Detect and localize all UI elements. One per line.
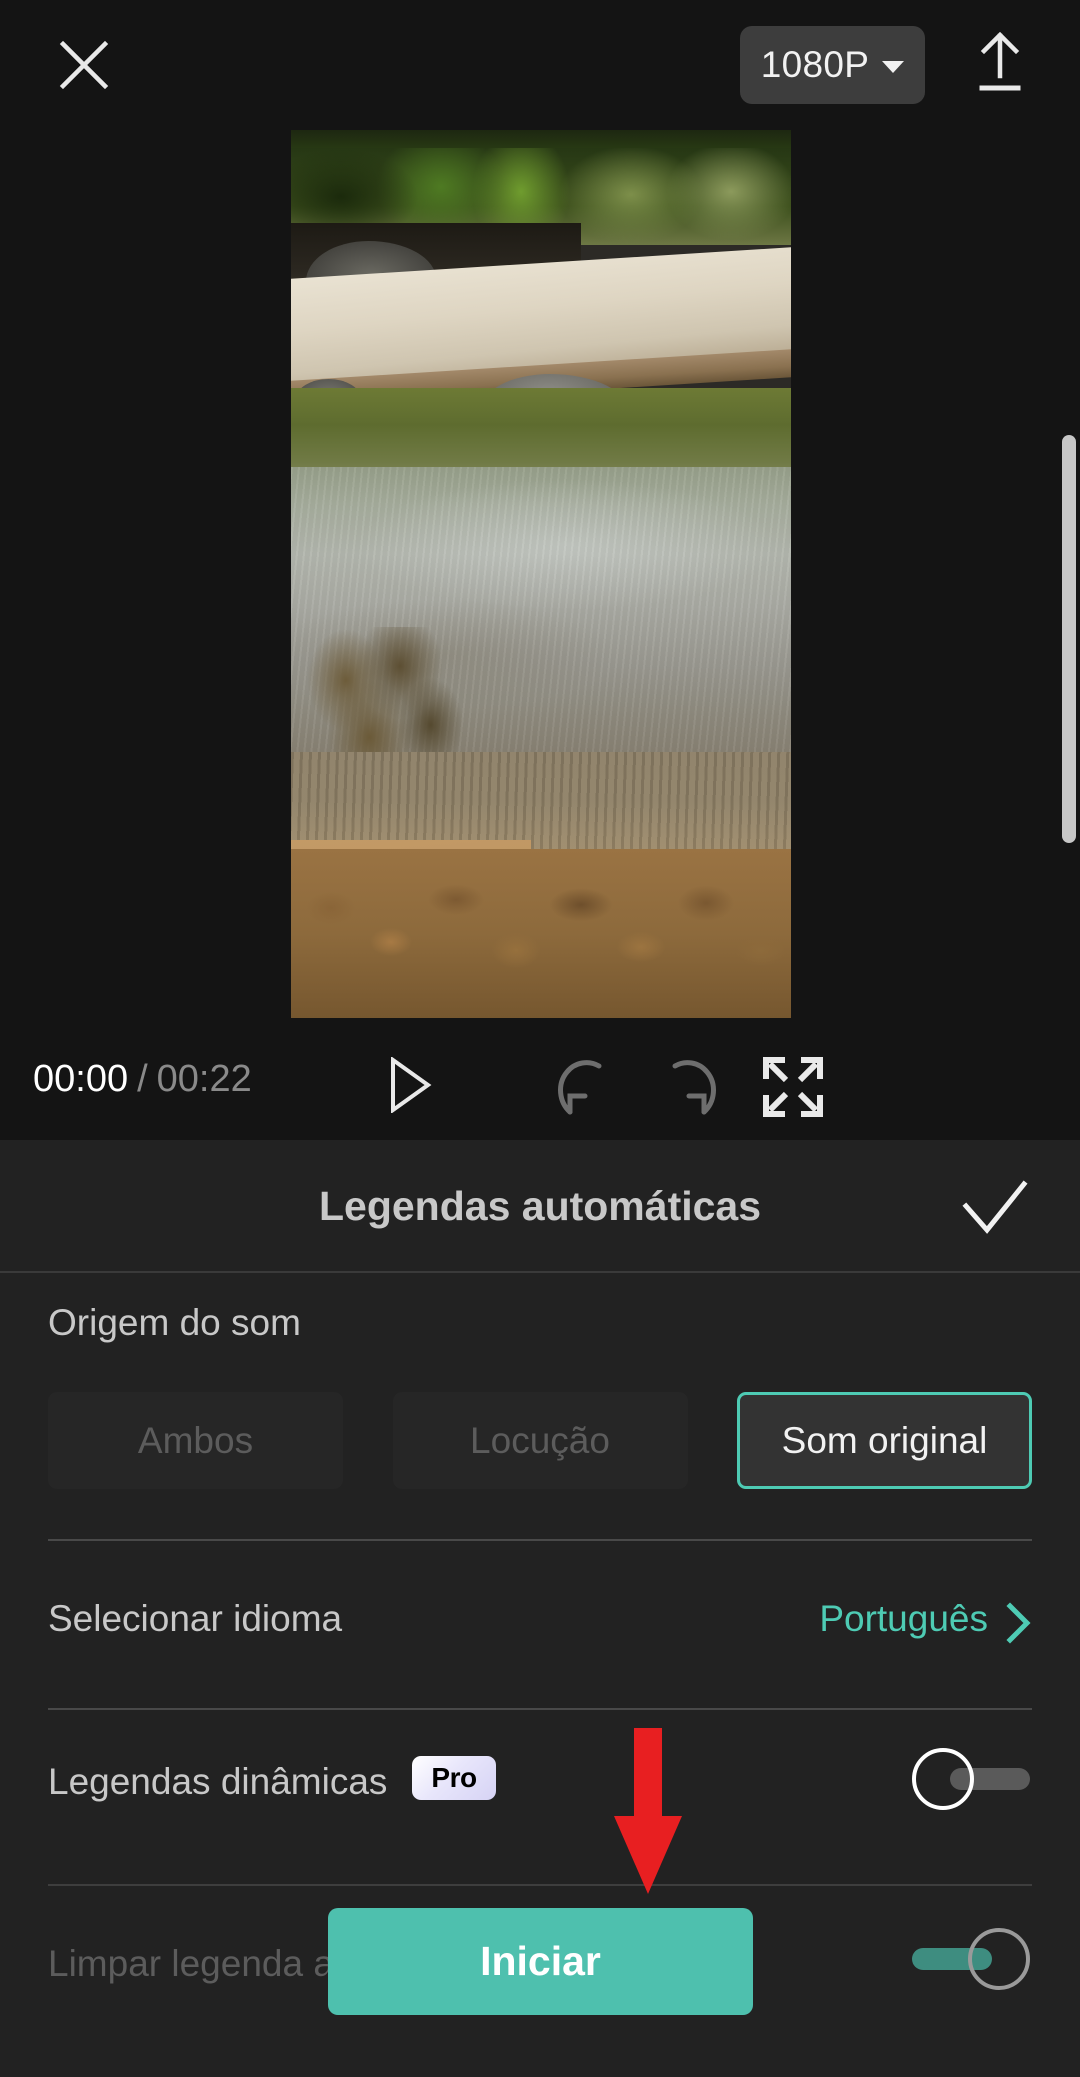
sound-source-option-ambos[interactable]: Ambos: [48, 1392, 343, 1489]
time-display: 00:00 / 00:22: [33, 1058, 252, 1101]
chip-label: Som original: [781, 1419, 988, 1461]
chip-label: Locução: [470, 1419, 610, 1461]
toggle-knob: [968, 1928, 1030, 1990]
close-icon: [58, 39, 110, 96]
total-time: 00:22: [156, 1058, 252, 1100]
undo-button[interactable]: [551, 1054, 619, 1120]
video-preview-area: [0, 130, 1080, 1030]
fullscreen-button[interactable]: [760, 1054, 826, 1120]
pro-badge: Pro: [412, 1756, 496, 1800]
confirm-button[interactable]: [962, 1178, 1028, 1238]
language-value: Português: [819, 1598, 988, 1639]
language-label: Selecionar idioma: [48, 1598, 343, 1639]
redo-icon: [655, 1060, 723, 1124]
sound-source-option-som-original[interactable]: Som original: [737, 1392, 1032, 1489]
chevron-right-icon: [1006, 1602, 1032, 1644]
top-bar: 1080P: [0, 0, 1080, 130]
playback-bar: 00:00 / 00:22: [0, 1030, 1080, 1140]
chip-label: Ambos: [137, 1419, 254, 1461]
quality-label: 1080P: [760, 44, 870, 85]
divider: [48, 1884, 1032, 1886]
clear-previous-caption-toggle[interactable]: [912, 1928, 1030, 1990]
dynamic-captions-toggle[interactable]: [912, 1748, 1030, 1810]
page-title: Legendas automáticas: [318, 1182, 762, 1229]
current-time: 00:00: [33, 1058, 129, 1100]
divider: [48, 1539, 1032, 1541]
check-icon: [962, 1180, 1028, 1242]
play-button[interactable]: [375, 1052, 445, 1122]
vertical-scrollbar[interactable]: [1062, 435, 1076, 843]
capcut-auto-captions-screen: 1080P 00:00 / 00:22 Legendas automáticas…: [0, 0, 1080, 2077]
start-button[interactable]: Iniciar: [328, 1908, 753, 2015]
panel-divider: [0, 1271, 1080, 1273]
divider: [48, 1708, 1032, 1710]
quality-selector[interactable]: 1080P: [740, 26, 925, 104]
sound-source-label: Origem do som: [48, 1302, 301, 1343]
sound-source-options: Ambos Locução Som original: [48, 1392, 1032, 1489]
video-preview[interactable]: [291, 130, 791, 1018]
panel-header: Legendas automáticas: [0, 1140, 1080, 1273]
red-down-arrow-icon: [608, 1728, 688, 1898]
sound-source-option-locucao[interactable]: Locução: [392, 1392, 688, 1489]
toggle-knob: [912, 1748, 974, 1810]
video-frame-image: [291, 130, 791, 1018]
undo-icon: [551, 1060, 619, 1124]
chevron-down-icon: [882, 61, 905, 73]
export-button[interactable]: [963, 27, 1037, 103]
fullscreen-icon: [760, 1057, 826, 1124]
dynamic-captions-label: Legendas dinâmicas: [48, 1761, 388, 1802]
language-row[interactable]: Selecionar idioma Português: [0, 1580, 1080, 1670]
redo-button[interactable]: [655, 1054, 723, 1120]
time-separator: /: [137, 1058, 148, 1100]
play-icon: [387, 1055, 433, 1118]
upload-icon: [972, 31, 1028, 99]
close-button[interactable]: [50, 33, 118, 101]
